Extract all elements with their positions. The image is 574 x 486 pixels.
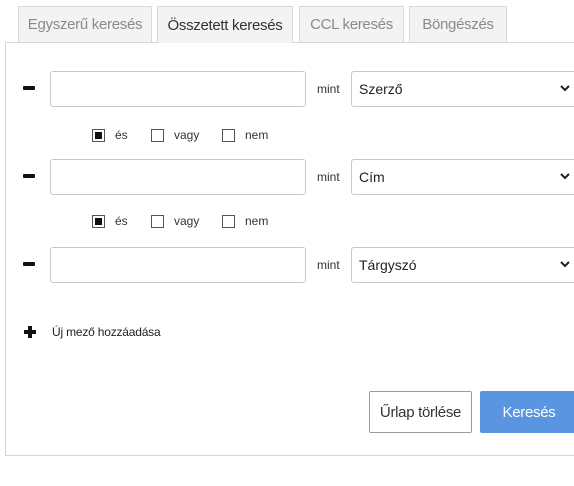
remove-field-button[interactable] bbox=[23, 262, 35, 266]
field-type-value: Szerző bbox=[359, 81, 403, 97]
operator-label: nem bbox=[245, 214, 269, 228]
tab-label: Böngészés bbox=[422, 16, 494, 33]
operator-or[interactable]: vagy bbox=[151, 126, 199, 144]
chevron-down-icon bbox=[560, 173, 570, 180]
search-term-input[interactable] bbox=[50, 71, 306, 107]
boolean-operators: és vagy nem bbox=[6, 126, 574, 144]
operator-not[interactable]: nem bbox=[222, 126, 268, 144]
tab-browse[interactable]: Böngészés bbox=[409, 6, 507, 42]
field-type-value: Tárgyszó bbox=[359, 257, 417, 273]
field-type-value: Cím bbox=[359, 169, 385, 185]
add-field-label: Új mező hozzáadása bbox=[52, 325, 161, 339]
remove-field-button[interactable] bbox=[23, 174, 35, 178]
clear-form-button[interactable]: Űrlap törlése bbox=[369, 391, 472, 433]
checkbox[interactable] bbox=[151, 214, 164, 228]
operator-not[interactable]: nem bbox=[222, 212, 268, 230]
mint-label: mint bbox=[317, 258, 340, 272]
tab-simple-search[interactable]: Egyszerű keresés bbox=[18, 6, 152, 42]
add-field-link[interactable]: Új mező hozzáadása bbox=[24, 323, 161, 341]
tab-label: Egyszerű keresés bbox=[27, 16, 143, 33]
search-term-input[interactable] bbox=[50, 247, 306, 283]
checkbox[interactable] bbox=[222, 214, 235, 228]
search-button[interactable]: Keresés bbox=[480, 391, 574, 433]
operator-label: vagy bbox=[174, 214, 200, 228]
operator-label: nem bbox=[245, 128, 269, 142]
operator-or[interactable]: vagy bbox=[151, 212, 199, 230]
chevron-down-icon bbox=[560, 261, 570, 268]
advanced-search-panel: mint Szerző és vagy nem mint Cím és vagy… bbox=[5, 42, 574, 456]
operator-label: és bbox=[115, 128, 128, 142]
chevron-down-icon bbox=[560, 85, 570, 92]
operator-and[interactable]: és bbox=[92, 126, 128, 144]
search-field-row: mint Szerző bbox=[6, 71, 574, 107]
mint-label: mint bbox=[317, 82, 340, 96]
field-type-select[interactable]: Cím bbox=[351, 159, 574, 195]
search-field-row: mint Cím bbox=[6, 159, 574, 195]
field-type-select[interactable]: Szerző bbox=[351, 71, 574, 107]
plus-icon bbox=[24, 326, 36, 338]
checkbox[interactable] bbox=[222, 128, 235, 142]
tab-ccl-search[interactable]: CCL keresés bbox=[299, 6, 404, 42]
search-field-row: mint Tárgyszó bbox=[6, 247, 574, 283]
tab-advanced-search[interactable]: Összetett keresés bbox=[157, 6, 293, 43]
remove-field-button[interactable] bbox=[23, 86, 35, 90]
operator-label: vagy bbox=[174, 128, 200, 142]
checkbox[interactable] bbox=[92, 128, 105, 142]
tab-label: CCL keresés bbox=[310, 16, 393, 33]
boolean-operators: és vagy nem bbox=[6, 212, 574, 230]
mint-label: mint bbox=[317, 170, 340, 184]
tab-label: Összetett keresés bbox=[167, 16, 283, 34]
operator-label: és bbox=[115, 214, 128, 228]
field-type-select[interactable]: Tárgyszó bbox=[351, 247, 574, 283]
operator-and[interactable]: és bbox=[92, 212, 128, 230]
checkbox[interactable] bbox=[151, 128, 164, 142]
checkbox[interactable] bbox=[92, 214, 105, 228]
search-term-input[interactable] bbox=[50, 159, 306, 195]
